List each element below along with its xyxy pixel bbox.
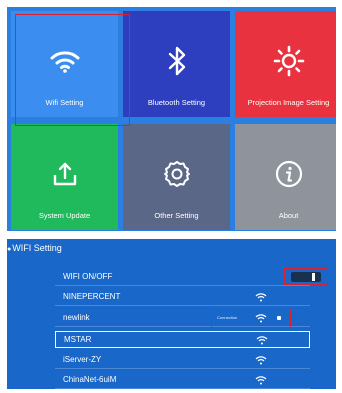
title-bullet: ● [7, 246, 12, 253]
wifi-signal-icon [255, 376, 267, 385]
wifi-icon [11, 44, 118, 78]
toggle-knob [312, 273, 315, 281]
network-name: ChinaNet-6uiM [63, 375, 117, 384]
projection-image-setting-label: Projection Image Setting [247, 98, 330, 107]
settings-menu-panel: Wifi Setting Bluetooth Setting Projectio… [7, 7, 336, 231]
bluetooth-icon [123, 44, 230, 78]
wifi-settings-title: ●WIFI Setting [7, 243, 62, 253]
system-update-tile[interactable]: System Update [11, 124, 118, 230]
gear-icon [123, 157, 230, 191]
projection-image-setting-tile[interactable]: Projection Image Setting [235, 11, 336, 117]
wifi-setting-label: Wifi Setting [45, 98, 84, 107]
about-label: About [278, 211, 299, 220]
wifi-settings-panel: ●WIFI Setting WIFI ON/OFF NINEPERCENT ne… [7, 239, 336, 389]
wifi-signal-icon [255, 356, 267, 365]
wifi-toggle-label: WIFI ON/OFF [63, 272, 113, 281]
system-update-label: System Update [38, 211, 91, 220]
wifi-settings-title-text: WIFI Setting [12, 243, 62, 253]
bluetooth-setting-tile[interactable]: Bluetooth Setting [123, 11, 230, 117]
connection-status: Connection [217, 315, 238, 320]
other-setting-tile[interactable]: Other Setting [123, 124, 230, 230]
wifi-toggle-switch[interactable] [291, 272, 321, 282]
network-row-nine-percent[interactable]: NINEPERCENT [55, 289, 310, 306]
about-tile[interactable]: About [235, 124, 336, 230]
network-name: MSTAR [64, 335, 92, 344]
network-row-chinanet[interactable]: ChinaNet-6uiM [55, 372, 310, 389]
network-row-iserver-zy[interactable]: iServer-ZY [55, 352, 310, 369]
network-name: iServer-ZY [63, 355, 102, 364]
wifi-setting-tile[interactable]: Wifi Setting [11, 11, 118, 117]
other-setting-label: Other Setting [154, 211, 199, 220]
wifi-toggle-row[interactable]: WIFI ON/OFF [55, 269, 321, 286]
network-row-mstar[interactable]: MSTAR [55, 331, 310, 348]
wifi-signal-icon [255, 293, 267, 302]
network-name: newlink [63, 313, 90, 322]
network-name: NINEPERCENT [63, 292, 121, 301]
bluetooth-setting-label: Bluetooth Setting [147, 98, 206, 107]
wifi-signal-icon [256, 336, 268, 345]
lock-icon [277, 316, 281, 320]
wifi-signal-icon [255, 314, 267, 323]
network-row-newlink[interactable]: newlink Connection [55, 310, 310, 327]
sun-icon [235, 44, 336, 78]
info-icon [235, 157, 336, 191]
upload-icon [11, 157, 118, 191]
